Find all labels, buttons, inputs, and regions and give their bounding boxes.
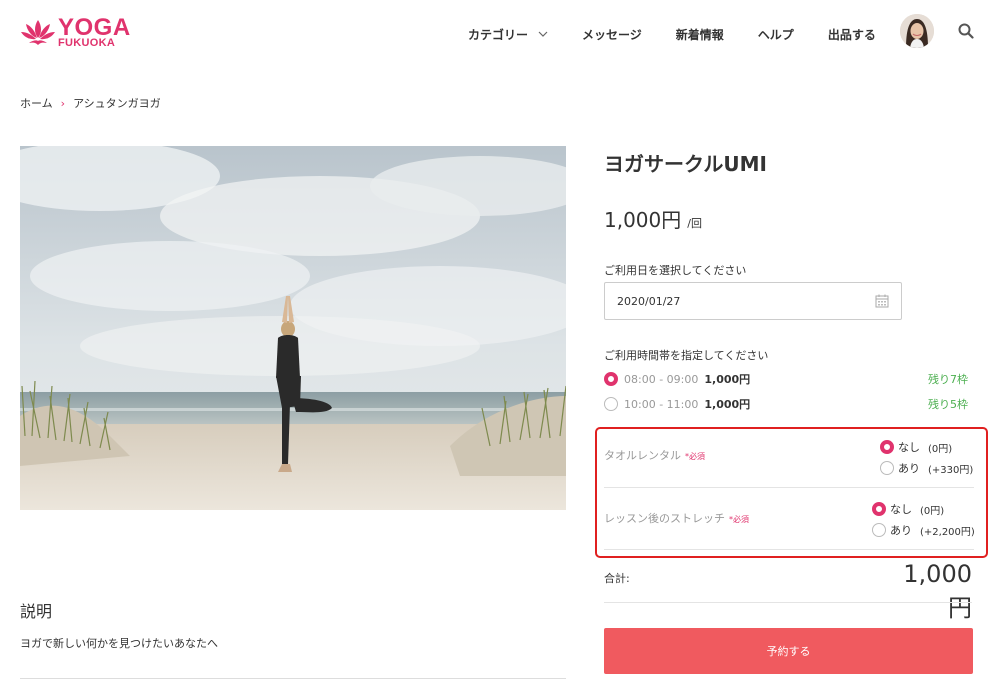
- description-heading: 説明: [20, 602, 53, 621]
- user-avatar[interactable]: [900, 14, 934, 48]
- main-nav: カテゴリー メッセージ 新着情報 ヘルプ 出品する: [468, 24, 910, 44]
- date-label: ご利用日を選択してください: [604, 264, 747, 277]
- option-towel: タオルレンタル *必須 なし (0円) あり (+330円): [604, 430, 974, 488]
- option-radio[interactable]: [872, 523, 886, 537]
- time-slot-time: 08:00 - 09:00: [624, 372, 699, 386]
- product-price: 1,000円/回: [604, 204, 702, 233]
- option-choice-price: (0円): [928, 443, 953, 455]
- description-text: ヨガで新しい何かを見つけたいあなたへ: [20, 637, 218, 650]
- nav-category-label: カテゴリー: [468, 27, 529, 42]
- price-unit: /回: [687, 217, 702, 230]
- product-image: [20, 146, 566, 510]
- option-choice-price: (0円): [920, 505, 945, 517]
- option-stretch: レッスン後のストレッチ *必須 なし (0円) あり (+2,200円): [604, 488, 975, 550]
- calendar-icon[interactable]: [875, 294, 889, 308]
- nav-news[interactable]: 新着情報: [676, 26, 724, 43]
- avatar-image: [900, 14, 934, 48]
- product-title: ヨガサークルUMI: [604, 152, 767, 176]
- option-choice-label: あり: [890, 524, 912, 537]
- time-slot-time: 10:00 - 11:00: [624, 397, 699, 411]
- total-divider: [604, 602, 972, 603]
- breadcrumb-current: アシュタンガヨガ: [73, 97, 161, 110]
- option-choice-price: (+330円): [928, 464, 974, 476]
- yoga-beach-photo: [20, 146, 566, 510]
- time-slot-radio[interactable]: [604, 397, 618, 411]
- option-name-label: レッスン後のストレッチ: [604, 512, 725, 525]
- nav-category[interactable]: カテゴリー: [468, 26, 548, 43]
- option-choice-price: (+2,200円): [920, 526, 975, 538]
- breadcrumb-home[interactable]: ホーム: [20, 95, 53, 111]
- date-value: 2020/01/27: [617, 294, 681, 308]
- option-radio[interactable]: [880, 461, 894, 475]
- time-slot-radio-selected[interactable]: [604, 372, 618, 386]
- required-badge: *必須: [685, 452, 705, 461]
- time-slot-price: 1,000円: [704, 373, 751, 386]
- option-choice[interactable]: あり (+330円): [880, 460, 973, 476]
- time-slot-remaining: 残り5枠: [928, 398, 968, 411]
- time-label: ご利用時間帯を指定してください: [604, 349, 769, 362]
- breadcrumb-separator: ›: [60, 96, 66, 110]
- date-picker-input[interactable]: 2020/01/27: [604, 282, 902, 320]
- option-choice-label: なし: [890, 503, 912, 516]
- breadcrumb: ホーム › アシュタンガヨガ: [20, 95, 161, 111]
- time-slot-price: 1,000円: [704, 398, 751, 411]
- time-slot-remaining: 残り7枠: [928, 373, 968, 386]
- logo-subtext: FUKUOKA: [58, 37, 116, 49]
- option-choice[interactable]: あり (+2,200円): [872, 522, 975, 538]
- time-slot-option[interactable]: 10:00 - 11:00 1,000円 残り5枠: [604, 396, 968, 412]
- total-label: 合計:: [604, 572, 630, 585]
- total-value: 1,000円: [903, 560, 972, 622]
- option-radio-selected[interactable]: [880, 440, 894, 454]
- time-slot-option[interactable]: 08:00 - 09:00 1,000円 残り7枠: [604, 371, 968, 387]
- description-divider: [20, 678, 566, 679]
- option-radio-selected[interactable]: [872, 502, 886, 516]
- nav-messages[interactable]: メッセージ: [582, 26, 642, 43]
- option-choice-label: あり: [898, 462, 920, 475]
- nav-list-item[interactable]: 出品する: [828, 26, 876, 43]
- search-icon[interactable]: [958, 23, 974, 39]
- nav-help[interactable]: ヘルプ: [758, 26, 794, 43]
- option-choice-label: なし: [898, 441, 920, 454]
- option-name-label: タオルレンタル: [604, 449, 681, 462]
- price-value: 1,000円: [604, 208, 682, 232]
- option-name: タオルレンタル *必須: [604, 447, 705, 463]
- option-name: レッスン後のストレッチ *必須: [604, 510, 749, 526]
- reserve-button[interactable]: 予約する: [604, 628, 973, 674]
- chevron-down-icon: [538, 31, 548, 37]
- option-choice[interactable]: なし (0円): [880, 439, 952, 455]
- option-choice[interactable]: なし (0円): [872, 501, 944, 517]
- required-badge: *必須: [729, 515, 749, 524]
- lotus-logo-icon: [21, 20, 55, 45]
- logo[interactable]: YOGA FUKUOKA: [20, 14, 130, 50]
